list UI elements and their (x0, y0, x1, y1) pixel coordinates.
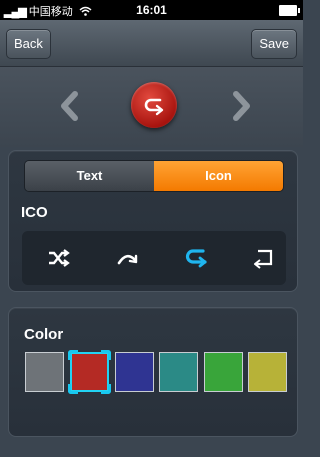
chevron-right-icon[interactable] (226, 89, 256, 123)
color-swatch-gray[interactable] (25, 352, 64, 392)
navigation-bar: Back Save (0, 20, 303, 67)
color-swatch-green[interactable] (204, 352, 243, 392)
loop-arrow-icon (144, 98, 164, 116)
status-bar: ▂▄▆ 中国移动 16:01 (0, 0, 303, 20)
selection-corner (68, 384, 78, 394)
tab-icon[interactable]: Icon (154, 161, 283, 191)
tab-text[interactable]: Text (25, 161, 154, 191)
return-icon[interactable] (250, 245, 276, 271)
back-button[interactable]: Back (6, 29, 51, 59)
color-swatch-red[interactable] (68, 350, 111, 394)
color-swatch-blue[interactable] (115, 352, 154, 392)
icon-picker (22, 231, 286, 285)
color-panel: Color (8, 307, 298, 437)
save-button[interactable]: Save (251, 29, 297, 59)
selection-corner (101, 350, 111, 360)
icon-section-title: ICO (21, 204, 48, 221)
color-swatch-teal[interactable] (159, 352, 198, 392)
mode-segmented-control: Text Icon (24, 160, 284, 192)
color-swatch-olive[interactable] (248, 352, 287, 392)
color-swatches (25, 350, 291, 394)
selection-corner (101, 384, 111, 394)
preview-button-icon (131, 82, 177, 128)
clock: 16:01 (136, 3, 167, 17)
color-section-title: Color (24, 326, 64, 343)
loop-arrow-icon[interactable] (184, 245, 210, 271)
icon-panel: Text Icon ICO (8, 150, 298, 292)
chevron-left-icon[interactable] (55, 89, 85, 123)
shuffle-icon[interactable] (46, 245, 72, 271)
redo-arc-icon[interactable] (115, 245, 141, 271)
battery-icon (279, 5, 300, 16)
selection-corner (68, 350, 78, 360)
icon-preview (0, 67, 303, 147)
